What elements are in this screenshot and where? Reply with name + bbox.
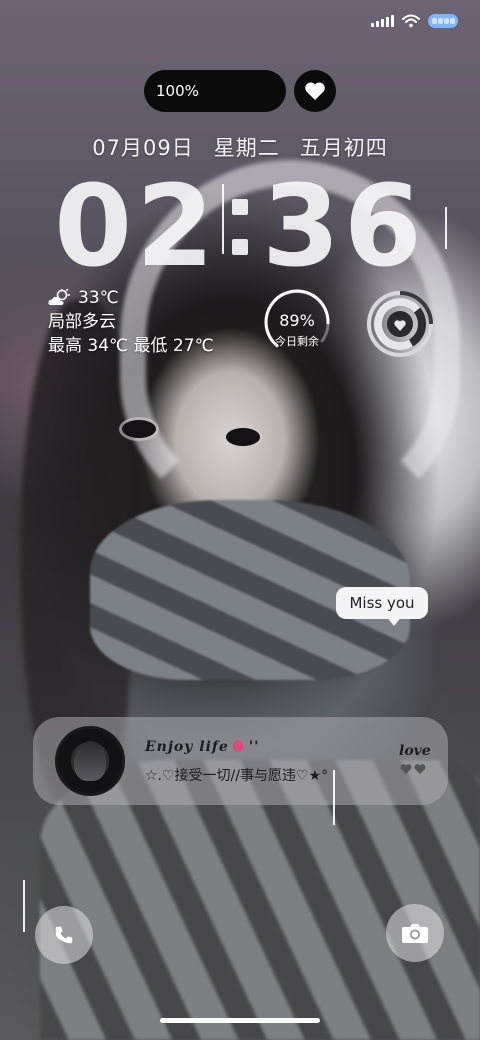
music-widget[interactable]: Enjoy life '' ☆.♡接受一切//事与愿违♡★° love: [33, 717, 448, 805]
clock-minutes: 36: [262, 162, 426, 292]
battery-ring-widget[interactable]: 89% 今日剩余: [262, 287, 332, 357]
weather-condition: 局部多云: [48, 312, 116, 332]
battery-icon: [428, 14, 458, 28]
music-subtitle: ☆.♡接受一切//事与愿违♡★°: [145, 768, 329, 784]
album-disc[interactable]: [55, 726, 125, 796]
battery-ring-label: 今日剩余: [275, 335, 319, 348]
phone-button[interactable]: [35, 906, 93, 964]
wallpaper-eye-left: [122, 420, 156, 438]
lunar-date-text: 五月初四: [299, 136, 388, 160]
decor-line: [445, 207, 447, 249]
love-text: love: [399, 743, 431, 759]
music-title-suffix: '': [248, 739, 260, 755]
bubble-tail: [386, 616, 402, 626]
decor-line: [222, 184, 224, 254]
album-art: [74, 741, 106, 781]
tulip-icon: [232, 740, 243, 752]
clock-hours: 02: [54, 162, 218, 292]
bubble-text: Miss you: [349, 594, 415, 612]
camera-button[interactable]: [386, 904, 444, 962]
battery-ring-percent: 89%: [279, 311, 315, 330]
capsule-text: 100%: [156, 82, 199, 100]
weather-high-low: 最高 34℃ 最低 27℃: [48, 336, 214, 356]
partly-cloudy-icon: [48, 289, 71, 305]
lock-clock: 02 36: [30, 168, 450, 286]
black-hearts: [400, 763, 428, 778]
decor-line: [333, 770, 335, 825]
phone-icon: [55, 926, 73, 944]
date-line: 07月09日 星期二 五月初四: [0, 132, 480, 164]
camera-icon: [402, 924, 428, 943]
heart-ring-widget[interactable]: [366, 290, 434, 358]
wifi-icon: [402, 14, 420, 28]
clock-colon: [232, 177, 248, 277]
heart-ring-icon: [367, 291, 433, 357]
weather-temp: 33℃: [78, 288, 119, 308]
music-title: Enjoy life '': [145, 739, 259, 755]
date-text: 07月09日: [92, 136, 194, 160]
miss-you-bubble: Miss you: [336, 587, 428, 619]
weekday-text: 星期二: [213, 136, 280, 160]
weather-widget[interactable]: 33℃ 局部多云 最高 34℃ 最低 27℃: [48, 286, 214, 358]
wallpaper-eye-right: [226, 428, 260, 446]
decor-line: [23, 880, 25, 932]
black-heart-icon: [400, 764, 426, 774]
home-indicator[interactable]: [160, 1018, 320, 1023]
battery-capsule[interactable]: 100%: [144, 70, 286, 112]
heart-icon: [305, 82, 325, 100]
status-bar: [371, 10, 458, 32]
signal-icon: [371, 15, 394, 27]
heart-button[interactable]: [294, 70, 336, 112]
music-title-text: Enjoy life: [145, 739, 229, 755]
